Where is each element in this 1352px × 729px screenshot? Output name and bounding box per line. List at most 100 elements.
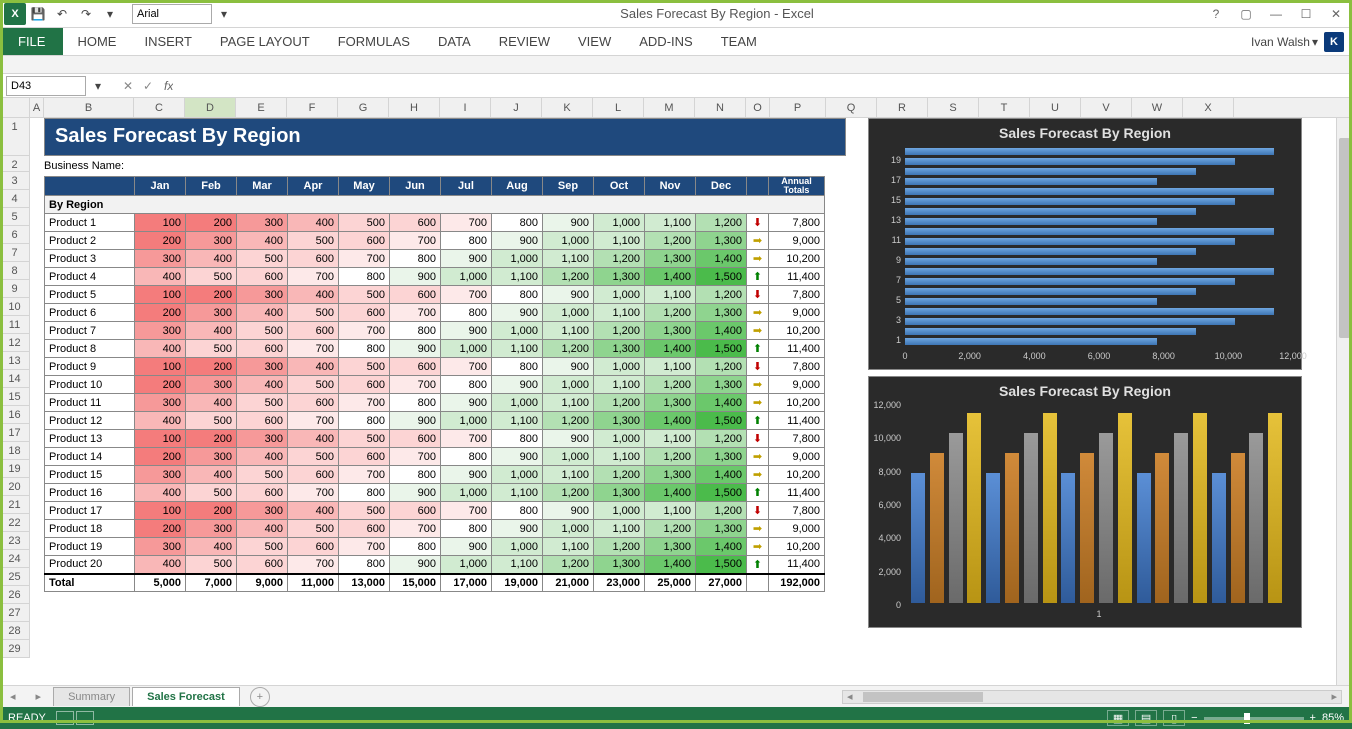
row-header-10[interactable]: 10 — [0, 298, 29, 316]
vertical-scrollbar[interactable] — [1336, 118, 1352, 685]
col-header-K[interactable]: K — [542, 98, 593, 117]
table-row[interactable]: Product 193004005006007008009001,0001,10… — [45, 538, 825, 556]
row-header-6[interactable]: 6 — [0, 226, 29, 244]
ribbon-tab-add-ins[interactable]: ADD-INS — [625, 28, 706, 55]
table-row[interactable]: Product 171002003004005006007008009001,0… — [45, 502, 825, 520]
col-header-S[interactable]: S — [928, 98, 979, 117]
col-header-H[interactable]: H — [389, 98, 440, 117]
table-row[interactable]: Product 62003004005006007008009001,0001,… — [45, 304, 825, 322]
col-header-B[interactable]: B — [44, 98, 134, 117]
row-header-16[interactable]: 16 — [0, 406, 29, 424]
row-header-4[interactable]: 4 — [0, 190, 29, 208]
col-header-I[interactable]: I — [440, 98, 491, 117]
table-row[interactable]: Product 131002003004005006007008009001,0… — [45, 430, 825, 448]
save-icon[interactable]: 💾 — [29, 5, 47, 23]
col-header-P[interactable]: P — [770, 98, 826, 117]
col-header-A[interactable]: A — [30, 98, 44, 117]
zoom-out-icon[interactable]: − — [1191, 712, 1197, 724]
col-header-T[interactable]: T — [979, 98, 1030, 117]
ribbon-tab-home[interactable]: HOME — [63, 28, 130, 55]
redo-icon[interactable]: ↷ — [77, 5, 95, 23]
user-area[interactable]: Ivan Walsh ▾ K — [1251, 32, 1352, 52]
ribbon-tab-view[interactable]: VIEW — [564, 28, 625, 55]
col-header-W[interactable]: W — [1132, 98, 1183, 117]
row-header-9[interactable]: 9 — [0, 280, 29, 298]
table-row[interactable]: Product 22003004005006007008009001,0001,… — [45, 232, 825, 250]
accept-formula-icon[interactable]: ✓ — [138, 79, 158, 93]
new-sheet-button[interactable]: + — [250, 687, 270, 707]
ribbon-tab-formulas[interactable]: FORMULAS — [324, 28, 424, 55]
table-row[interactable]: Product 204005006007008009001,0001,1001,… — [45, 556, 825, 574]
row-header-7[interactable]: 7 — [0, 244, 29, 262]
namebox-dropdown-icon[interactable]: ▾ — [89, 77, 107, 95]
chart-horizontal-bar[interactable]: Sales Forecast By Region 135791113151719… — [868, 118, 1302, 370]
table-row[interactable]: Product 33004005006007008009001,0001,100… — [45, 250, 825, 268]
col-header-V[interactable]: V — [1081, 98, 1132, 117]
page-break-view-icon[interactable]: ▯ — [1163, 710, 1185, 726]
ribbon-tab-insert[interactable]: INSERT — [130, 28, 205, 55]
user-badge[interactable]: K — [1324, 32, 1344, 52]
col-header-J[interactable]: J — [491, 98, 542, 117]
table-row[interactable]: Product 11002003004005006007008009001,00… — [45, 214, 825, 232]
zoom-level[interactable]: 85% — [1322, 712, 1344, 724]
row-header-23[interactable]: 23 — [0, 532, 29, 550]
col-header-M[interactable]: M — [644, 98, 695, 117]
select-all-corner[interactable] — [0, 98, 30, 117]
row-header-22[interactable]: 22 — [0, 514, 29, 532]
ribbon-tab-data[interactable]: DATA — [424, 28, 485, 55]
row-header-25[interactable]: 25 — [0, 568, 29, 586]
file-tab[interactable]: FILE — [0, 28, 63, 55]
row-header-24[interactable]: 24 — [0, 550, 29, 568]
user-dropdown-icon[interactable]: ▾ — [1312, 35, 1318, 49]
ribbon-tab-page-layout[interactable]: PAGE LAYOUT — [206, 28, 324, 55]
row-header-12[interactable]: 12 — [0, 334, 29, 352]
col-header-U[interactable]: U — [1030, 98, 1081, 117]
row-header-8[interactable]: 8 — [0, 262, 29, 280]
table-row[interactable]: Product 142003004005006007008009001,0001… — [45, 448, 825, 466]
help-icon[interactable]: ? — [1204, 4, 1228, 24]
chart-vertical-bar[interactable]: Sales Forecast By Region 02,0004,0006,00… — [868, 376, 1302, 628]
col-header-N[interactable]: N — [695, 98, 746, 117]
horizontal-scrollbar[interactable]: ◂ ▸ — [842, 690, 1342, 704]
ribbon-display-icon[interactable]: ▢ — [1234, 4, 1258, 24]
row-header-1[interactable]: 1 — [0, 118, 29, 156]
table-row[interactable]: Product 182003004005006007008009001,0001… — [45, 520, 825, 538]
col-header-D[interactable]: D — [185, 98, 236, 117]
undo-icon[interactable]: ↶ — [53, 5, 71, 23]
table-row[interactable]: Product 44005006007008009001,0001,1001,2… — [45, 268, 825, 286]
col-header-L[interactable]: L — [593, 98, 644, 117]
col-header-Q[interactable]: Q — [826, 98, 877, 117]
row-header-17[interactable]: 17 — [0, 424, 29, 442]
normal-view-icon[interactable]: ▦ — [1107, 710, 1129, 726]
tab-nav-next-icon[interactable]: ▸ — [26, 690, 52, 703]
fx-icon[interactable]: fx — [164, 79, 173, 93]
col-header-G[interactable]: G — [338, 98, 389, 117]
close-icon[interactable]: ✕ — [1324, 4, 1348, 24]
qa-dropdown-icon[interactable]: ▾ — [101, 5, 119, 23]
font-select[interactable] — [132, 4, 212, 24]
name-box[interactable] — [6, 76, 86, 96]
cancel-formula-icon[interactable]: ✕ — [118, 79, 138, 93]
table-row[interactable]: Product 84005006007008009001,0001,1001,2… — [45, 340, 825, 358]
col-header-X[interactable]: X — [1183, 98, 1234, 117]
tab-nav-prev-icon[interactable]: ◂ — [0, 690, 26, 703]
font-dropdown-icon[interactable]: ▾ — [215, 5, 233, 23]
table-row[interactable]: Product 153004005006007008009001,0001,10… — [45, 466, 825, 484]
minimize-icon[interactable]: — — [1264, 4, 1288, 24]
col-header-O[interactable]: O — [746, 98, 770, 117]
row-header-5[interactable]: 5 — [0, 208, 29, 226]
zoom-in-icon[interactable]: + — [1310, 712, 1316, 724]
sheet-content[interactable]: Sales Forecast By Region Business Name: … — [30, 118, 1336, 685]
sheet-tab-inactive[interactable]: Summary — [53, 687, 130, 706]
zoom-slider[interactable] — [1204, 717, 1304, 720]
table-row[interactable]: Product 73004005006007008009001,0001,100… — [45, 322, 825, 340]
row-header-29[interactable]: 29 — [0, 640, 29, 658]
horizontal-scroll-thumb[interactable] — [863, 692, 983, 702]
row-header-20[interactable]: 20 — [0, 478, 29, 496]
hscroll-right-icon[interactable]: ▸ — [1331, 690, 1337, 703]
row-header-3[interactable]: 3 — [0, 172, 29, 190]
zoom-handle[interactable] — [1244, 713, 1250, 724]
sheet-tab-active[interactable]: Sales Forecast — [132, 687, 240, 706]
hscroll-left-icon[interactable]: ◂ — [847, 690, 853, 703]
row-header-13[interactable]: 13 — [0, 352, 29, 370]
